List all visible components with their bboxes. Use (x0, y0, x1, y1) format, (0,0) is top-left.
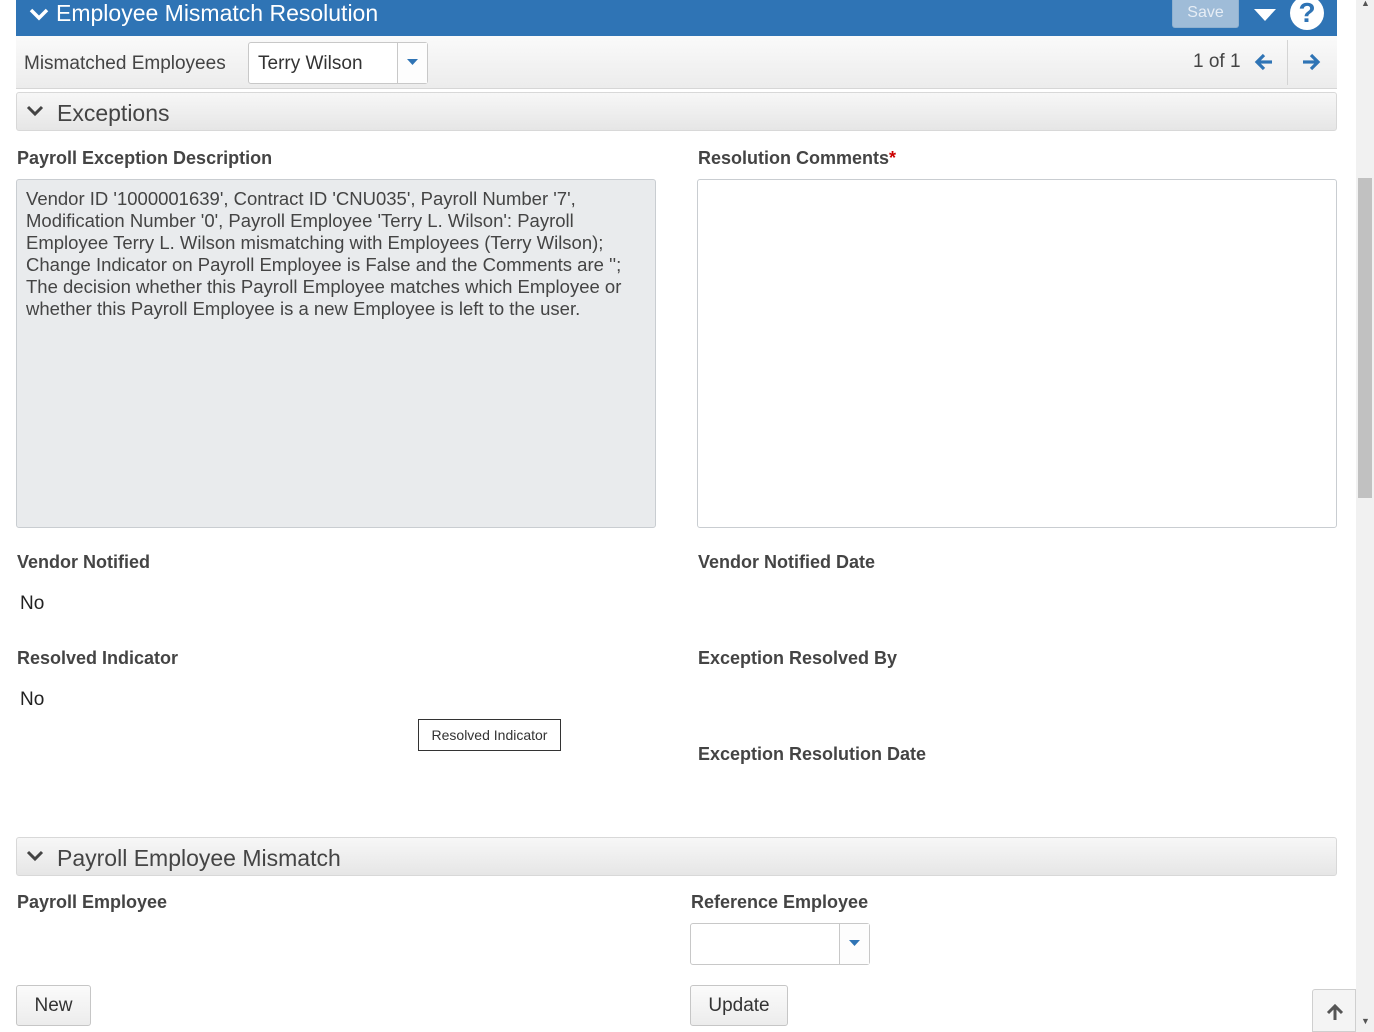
resolved-indicator-value: No (20, 689, 45, 710)
exception-resolution-date-label: Exception Resolution Date (698, 744, 927, 764)
mismatch-section-header[interactable]: Payroll Employee Mismatch (16, 837, 1337, 876)
employee-select-value: Terry Wilson (258, 53, 363, 74)
reference-employee-toggle[interactable] (839, 924, 869, 964)
vendor-notified-label: Vendor Notified (17, 552, 151, 572)
mismatch-section-title: Payroll Employee Mismatch (57, 845, 341, 871)
save-button[interactable]: Save (1172, 0, 1239, 28)
scroll-down-icon[interactable]: ▼ (1361, 1016, 1370, 1026)
vendor-notified-value: No (20, 593, 45, 614)
record-navigation-bar: Mismatched Employees Terry Wilson 1 of 1 (16, 36, 1337, 89)
chevron-down-icon (26, 850, 44, 862)
reference-employee-label: Reference Employee (691, 892, 869, 912)
resolved-indicator-label: Resolved Indicator (17, 648, 179, 668)
description-label: Payroll Exception Description (17, 148, 273, 168)
chevron-down-icon (26, 105, 44, 117)
caret-down-icon (407, 59, 418, 65)
update-button[interactable]: Update (690, 985, 788, 1026)
scrollbar-thumb[interactable] (1358, 178, 1372, 498)
exceptions-section-header[interactable]: Exceptions (16, 92, 1337, 131)
help-icon[interactable]: ? (1290, 0, 1324, 30)
resolution-comments-textarea[interactable] (697, 179, 1337, 528)
vertical-scrollbar[interactable]: ▲ ▼ (1356, 0, 1374, 1032)
nav-divider (1287, 40, 1288, 85)
page-title: Employee Mismatch Resolution (56, 0, 379, 26)
caret-down-icon (849, 940, 860, 946)
vendor-notified-date-label: Vendor Notified Date (698, 552, 876, 572)
scroll-up-icon[interactable]: ▲ (1361, 0, 1370, 8)
required-marker: * (889, 148, 897, 168)
exception-description-textarea: Vendor ID '1000001639', Contract ID 'CNU… (16, 179, 656, 528)
caret-down-icon[interactable] (1252, 4, 1278, 24)
arrow-right-icon[interactable] (1301, 52, 1321, 72)
arrow-left-icon[interactable] (1254, 52, 1274, 72)
reference-employee-select[interactable] (690, 923, 870, 965)
mismatched-employees-label: Mismatched Employees (24, 53, 226, 74)
exceptions-section-title: Exceptions (57, 100, 170, 126)
tooltip: Resolved Indicator (418, 719, 561, 751)
page: Employee Mismatch Resolution Save ? Mism… (0, 0, 1374, 1032)
record-count: 1 of 1 (1193, 51, 1241, 72)
exception-resolved-by-label: Exception Resolved By (698, 648, 898, 668)
new-button[interactable]: New (16, 985, 91, 1026)
arrow-up-icon (1326, 1004, 1344, 1020)
chevron-down-icon[interactable] (28, 4, 50, 24)
scroll-to-top-button[interactable] (1312, 989, 1356, 1032)
panel-header: Employee Mismatch Resolution Save ? (16, 0, 1337, 36)
employee-select[interactable]: Terry Wilson (248, 42, 428, 84)
employee-select-toggle[interactable] (397, 43, 427, 83)
comments-label: Resolution Comments* (698, 148, 896, 169)
comments-label-text: Resolution Comments (698, 148, 890, 168)
payroll-employee-label: Payroll Employee (17, 892, 168, 912)
